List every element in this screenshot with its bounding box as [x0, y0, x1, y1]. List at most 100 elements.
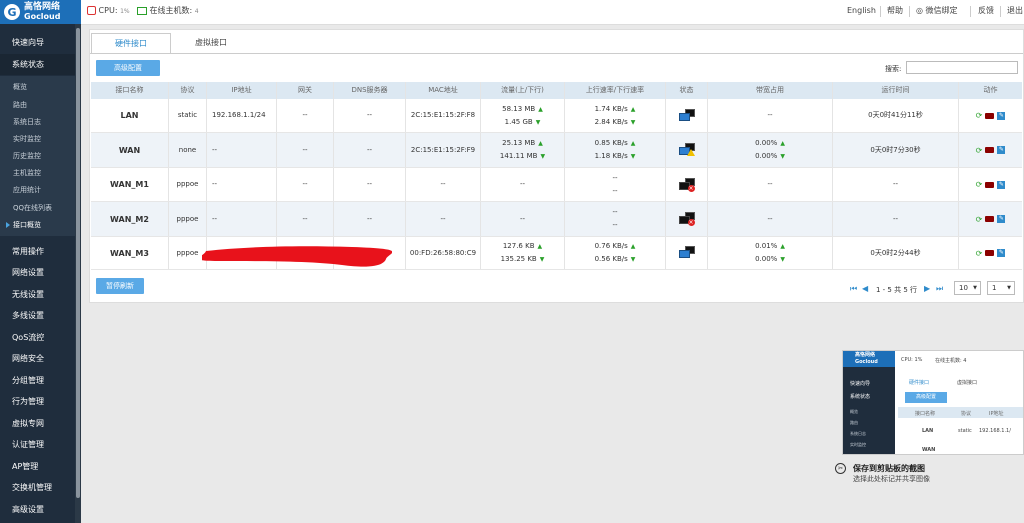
reconnect-icon[interactable]: ⟳: [976, 178, 983, 191]
logout-link[interactable]: 退出: [1007, 0, 1023, 22]
network-disconnected-icon: ×: [678, 212, 695, 226]
screenshot-thumbnail[interactable]: 高恪网络 Gocloud 快速向导 系统状态 概览 路由 系统日志 实时监控 CP…: [842, 350, 1024, 455]
pager-last-icon[interactable]: ⏭: [936, 284, 943, 294]
down-arrow-icon: ▼: [540, 153, 546, 160]
up-arrow-icon: ▲: [630, 140, 636, 147]
toast-subtitle[interactable]: 选择此处标记并共享图像: [853, 474, 930, 484]
device-icon[interactable]: [985, 112, 995, 119]
sub-realtime[interactable]: 实时监控: [13, 131, 79, 148]
nav-vpn[interactable]: 虚拟专网: [0, 413, 81, 434]
nav-switch[interactable]: 交换机管理: [0, 477, 81, 498]
tab-virtual[interactable]: 虚拟接口: [170, 33, 252, 53]
online-label: 在线主机数:: [149, 6, 193, 15]
table-row: WAN_M1 pppoe -- -- -- -- -- -- -- × -- -- ⟳ ✎: [91, 168, 1022, 202]
nav-behavior[interactable]: 行为管理: [0, 391, 81, 412]
dns-server: --: [366, 145, 373, 154]
nav-network[interactable]: 网络设置: [0, 262, 81, 283]
rate-up: --: [612, 173, 618, 182]
sub-app-stats[interactable]: 应用统计: [13, 182, 79, 199]
table-row: LAN static 192.168.1.1/24 -- -- 2C:15:E1:15:2…: [91, 99, 1022, 133]
nav-system-status[interactable]: 系统状态: [0, 54, 81, 75]
rate-up: 1.74 KB/s: [594, 104, 628, 113]
bandwidth-up: 0.01%: [755, 242, 778, 250]
brand-name-cn: 高恪网络: [24, 2, 61, 12]
nav-multiline[interactable]: 多线设置: [0, 305, 81, 326]
brand-logo[interactable]: G 高恪网络 Gocloud: [0, 0, 81, 24]
edit-icon[interactable]: ✎: [997, 146, 1006, 154]
nav-ap[interactable]: AP管理: [0, 456, 81, 477]
up-arrow-icon: ▲: [780, 243, 785, 250]
traffic-up: 58.13 MB: [502, 104, 536, 113]
down-arrow-icon: ▼: [535, 118, 541, 126]
sub-interface-overview[interactable]: 接口概览: [6, 217, 79, 234]
interface-name: WAN_M1: [110, 180, 149, 189]
nav-wireless[interactable]: 无线设置: [0, 284, 81, 305]
nav-auth[interactable]: 认证管理: [0, 434, 81, 455]
page-size-select[interactable]: 10: [954, 281, 981, 295]
advanced-config-button[interactable]: 高级配置: [96, 60, 160, 76]
sub-qq-online[interactable]: QQ在线列表: [13, 200, 79, 217]
nav-groups[interactable]: 分组管理: [0, 370, 81, 391]
online-value: 4: [194, 8, 199, 15]
device-icon[interactable]: [985, 147, 995, 153]
mac-address: 2C:15:E1:15:2F:F8: [410, 111, 476, 119]
network-disconnected-icon: ×: [678, 177, 695, 192]
snip-tool-icon[interactable]: ✂: [835, 463, 846, 474]
reconnect-icon[interactable]: ⟳: [976, 144, 983, 157]
sub-history[interactable]: 历史监控: [13, 148, 79, 165]
reconnect-icon[interactable]: ⟳: [976, 109, 983, 122]
nav-qos[interactable]: QoS流控: [0, 327, 81, 348]
pager-range: 1 - 5 共 5 行: [876, 286, 918, 294]
traffic-down: 141.11 MB: [499, 152, 538, 160]
nav-advanced[interactable]: 高级设置: [0, 499, 81, 520]
pager-first-icon[interactable]: ⏮: [850, 284, 857, 294]
sub-overview[interactable]: 概览: [13, 79, 79, 96]
edit-icon[interactable]: ✎: [997, 180, 1006, 189]
reconnect-icon[interactable]: ⟳: [976, 213, 983, 226]
wechat-bind-link[interactable]: ◎ 微信绑定: [916, 0, 958, 22]
pause-refresh-button[interactable]: 暂停刷新: [96, 278, 144, 294]
sub-route[interactable]: 路由: [13, 97, 79, 114]
sub-syslog[interactable]: 系统日志: [13, 114, 79, 131]
bandwidth-down: 0.00%: [755, 255, 778, 263]
traffic-down: 135.25 KB: [500, 255, 537, 263]
search-input[interactable]: [906, 61, 1018, 74]
pager-next-icon[interactable]: ▶: [924, 284, 930, 293]
nav-security[interactable]: 网络安全: [0, 348, 81, 369]
page-select[interactable]: 1: [987, 281, 1015, 295]
online-hosts: 在线主机数: 4: [137, 0, 199, 22]
cpu-indicator: CPU: 1%: [87, 0, 130, 22]
pager-prev-icon[interactable]: ◀: [862, 284, 868, 293]
feedback-link[interactable]: 反馈: [978, 0, 994, 22]
lang-english-link[interactable]: English: [847, 0, 876, 22]
protocol: none: [178, 145, 197, 154]
nav-quick-wizard[interactable]: 快速向导: [0, 32, 81, 53]
device-icon[interactable]: [985, 181, 995, 188]
mac-address: --: [440, 214, 446, 223]
edit-icon[interactable]: ✎: [997, 215, 1006, 223]
edit-icon[interactable]: ✎: [997, 249, 1006, 257]
bandwidth-down: 0.00%: [755, 152, 778, 160]
ip-address: --: [212, 180, 218, 188]
sub-host-monitor[interactable]: 主机监控: [13, 165, 79, 182]
protocol: pppoe: [176, 214, 199, 223]
edit-icon[interactable]: ✎: [997, 111, 1006, 120]
down-arrow-icon: ▼: [780, 256, 785, 263]
mac-address: 2C:15:E1:15:2F:F9: [410, 145, 476, 154]
wechat-icon: ◎: [916, 6, 923, 15]
reconnect-icon[interactable]: ⟳: [976, 247, 983, 260]
cpu-icon: [87, 6, 96, 15]
submenu-system-status: 概览 路由 系统日志 实时监控 历史监控 主机监控 应用统计 QQ在线列表 接口…: [0, 76, 81, 236]
gateway: --: [302, 145, 308, 154]
mac-address: --: [440, 180, 446, 188]
help-link[interactable]: 帮助: [887, 0, 903, 22]
uptime: --: [892, 214, 899, 223]
ip-address: 192.168.1.1/24: [212, 111, 266, 119]
sidebar-scroll-thumb[interactable]: [76, 28, 80, 498]
mac-address: 00:FD:26:58:80:C9: [409, 248, 477, 257]
tab-hardware[interactable]: 硬件接口: [91, 33, 171, 54]
device-icon[interactable]: [985, 250, 995, 256]
toast-title[interactable]: 保存到剪贴板的截图: [853, 463, 925, 474]
nav-common[interactable]: 常用操作: [0, 241, 81, 262]
device-icon[interactable]: [985, 216, 995, 222]
